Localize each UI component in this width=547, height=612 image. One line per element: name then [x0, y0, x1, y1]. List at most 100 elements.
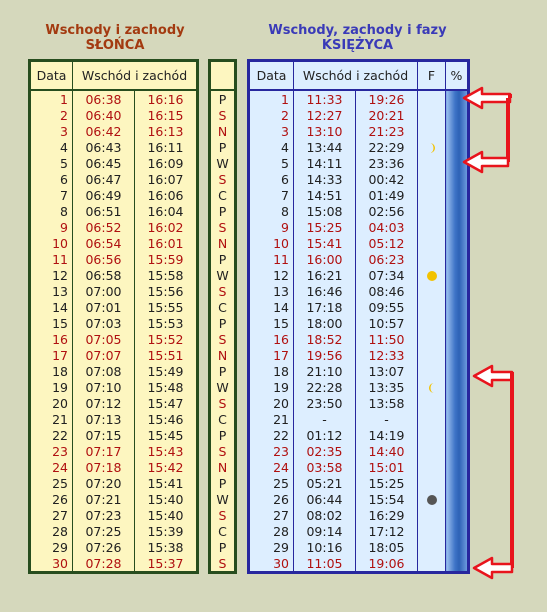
moon-row: 1 11:33 19:26 [248, 90, 469, 107]
moon-phase-cell [417, 171, 446, 187]
moon-phase-cell [417, 90, 446, 107]
sunrise-cell: 07:12 [72, 395, 135, 411]
moon-date-cell: 6 [248, 171, 294, 187]
moon-date-cell: 18 [248, 363, 294, 379]
sunset-cell: 15:49 [147, 363, 184, 379]
sun-date-cell: 16 [29, 331, 73, 347]
sunrise-cell: 06:40 [72, 107, 135, 123]
sunrise-cell: 06:49 [72, 187, 135, 203]
moon-row: 22 01:12 14:19 [248, 427, 469, 443]
sun-title-line2: SŁOŃCA [85, 38, 145, 53]
moon-row: 11 16:00 06:23 [248, 251, 469, 267]
moonset-cell: 14:40 [355, 443, 418, 459]
sunset-cell: 15:51 [147, 347, 184, 363]
sun-row: 21 07:13 15:46 [29, 411, 198, 427]
weekday-row: C [210, 523, 236, 539]
sunset-cell: 15:59 [147, 251, 184, 267]
moon-date-cell: 7 [248, 187, 294, 203]
weekday-row: P [210, 427, 236, 443]
moon-phase-cell [417, 475, 446, 491]
sun-date-cell: 30 [29, 555, 73, 573]
weekday-cell: W [216, 267, 229, 283]
sunrise-cell: 07:13 [72, 411, 135, 427]
moonset-cell: 11:50 [355, 331, 418, 347]
moon-header-rise-set: Wschód i zachód [293, 60, 418, 91]
weekday-cell: S [218, 171, 227, 187]
moonrise-cell: - [293, 411, 356, 427]
moonrise-cell: 15:41 [293, 235, 356, 251]
sun-row: 30 07:28 15:37 [29, 555, 198, 573]
first-quarter-icon [429, 143, 435, 153]
moon-date-cell: 24 [248, 459, 294, 475]
moonrise-cell: 10:16 [293, 539, 356, 555]
weekday-cell: C [218, 299, 227, 315]
sunrise-cell: 06:52 [72, 219, 135, 235]
weekday-row: N [210, 235, 236, 251]
weekday-cell: S [218, 555, 227, 571]
sunset-cell: 16:13 [147, 123, 184, 139]
sunset-cell: 15:38 [147, 539, 184, 555]
moonset-cell: 15:54 [355, 491, 418, 507]
moonrise-cell: 19:56 [293, 347, 356, 363]
moon-phase-cell [417, 219, 446, 235]
weekday-cell: S [218, 283, 227, 299]
moon-row: 20 23:50 13:58 [248, 395, 469, 411]
weekday-cell: S [218, 331, 227, 347]
sun-date-cell: 26 [29, 491, 73, 507]
sun-date-cell: 11 [29, 251, 73, 267]
sun-date-cell: 27 [29, 507, 73, 523]
sun-date-cell: 28 [29, 523, 73, 539]
sunrise-cell: 06:45 [72, 155, 135, 171]
sun-date-cell: 3 [29, 123, 73, 139]
sun-row: 22 07:15 15:45 [29, 427, 198, 443]
weekday-row: N [210, 123, 236, 139]
moonset-cell: 12:33 [355, 347, 418, 363]
moon-date-cell: 19 [248, 379, 294, 395]
sunrise-cell: 06:58 [72, 267, 135, 283]
weekday-cell: P [218, 539, 227, 555]
weekday-row: P [210, 251, 236, 267]
weekday-cell: N [217, 459, 228, 475]
sun-date-cell: 5 [29, 155, 73, 171]
sunset-cell: 15:40 [147, 491, 184, 507]
sun-title: Wschody i zachody SŁOŃCA [25, 23, 205, 53]
moon-row: 23 02:35 14:40 [248, 443, 469, 459]
sun-date-cell: 17 [29, 347, 73, 363]
arrow-bottom-top-head [472, 364, 514, 388]
moon-date-cell: 22 [248, 427, 294, 443]
weekday-row: W [210, 267, 236, 283]
moon-date-cell: 27 [248, 507, 294, 523]
moon-date-cell: 16 [248, 331, 294, 347]
moonset-cell: 19:06 [355, 555, 418, 573]
arrow-top-bracket [506, 94, 512, 162]
moonrise-cell: 18:52 [293, 331, 356, 347]
moon-row: 13 16:46 08:46 [248, 283, 469, 299]
moonrise-cell: 23:50 [293, 395, 356, 411]
moon-date-cell: 4 [248, 139, 294, 155]
moonrise-cell: 08:02 [293, 507, 356, 523]
moon-row: 4 13:44 22:29 [248, 139, 469, 155]
sun-row: 2 06:40 16:15 [29, 107, 198, 123]
sun-row: 15 07:03 15:53 [29, 315, 198, 331]
weekday-cell: C [218, 187, 227, 203]
sun-date-cell: 8 [29, 203, 73, 219]
moon-phase-cell [417, 379, 446, 395]
weekday-row: W [210, 155, 236, 171]
sunrise-cell: 06:51 [72, 203, 135, 219]
moon-row: 30 11:05 19:06 [248, 555, 469, 573]
moon-date-cell: 25 [248, 475, 294, 491]
moon-date-cell: 14 [248, 299, 294, 315]
sun-date-cell: 23 [29, 443, 73, 459]
moon-phase-cell [417, 507, 446, 523]
moonset-cell: 13:07 [355, 363, 418, 379]
weekday-cell: S [218, 107, 227, 123]
sun-date-cell: 9 [29, 219, 73, 235]
weekday-cell: P [218, 91, 227, 107]
moonset-cell: 07:34 [355, 267, 418, 283]
moon-row: 27 08:02 16:29 [248, 507, 469, 523]
weekday-cell: N [217, 235, 228, 251]
moon-phase-cell [417, 139, 446, 155]
moonrise-cell: 15:25 [293, 219, 356, 235]
moon-date-cell: 8 [248, 203, 294, 219]
weekday-row: P [210, 363, 236, 379]
